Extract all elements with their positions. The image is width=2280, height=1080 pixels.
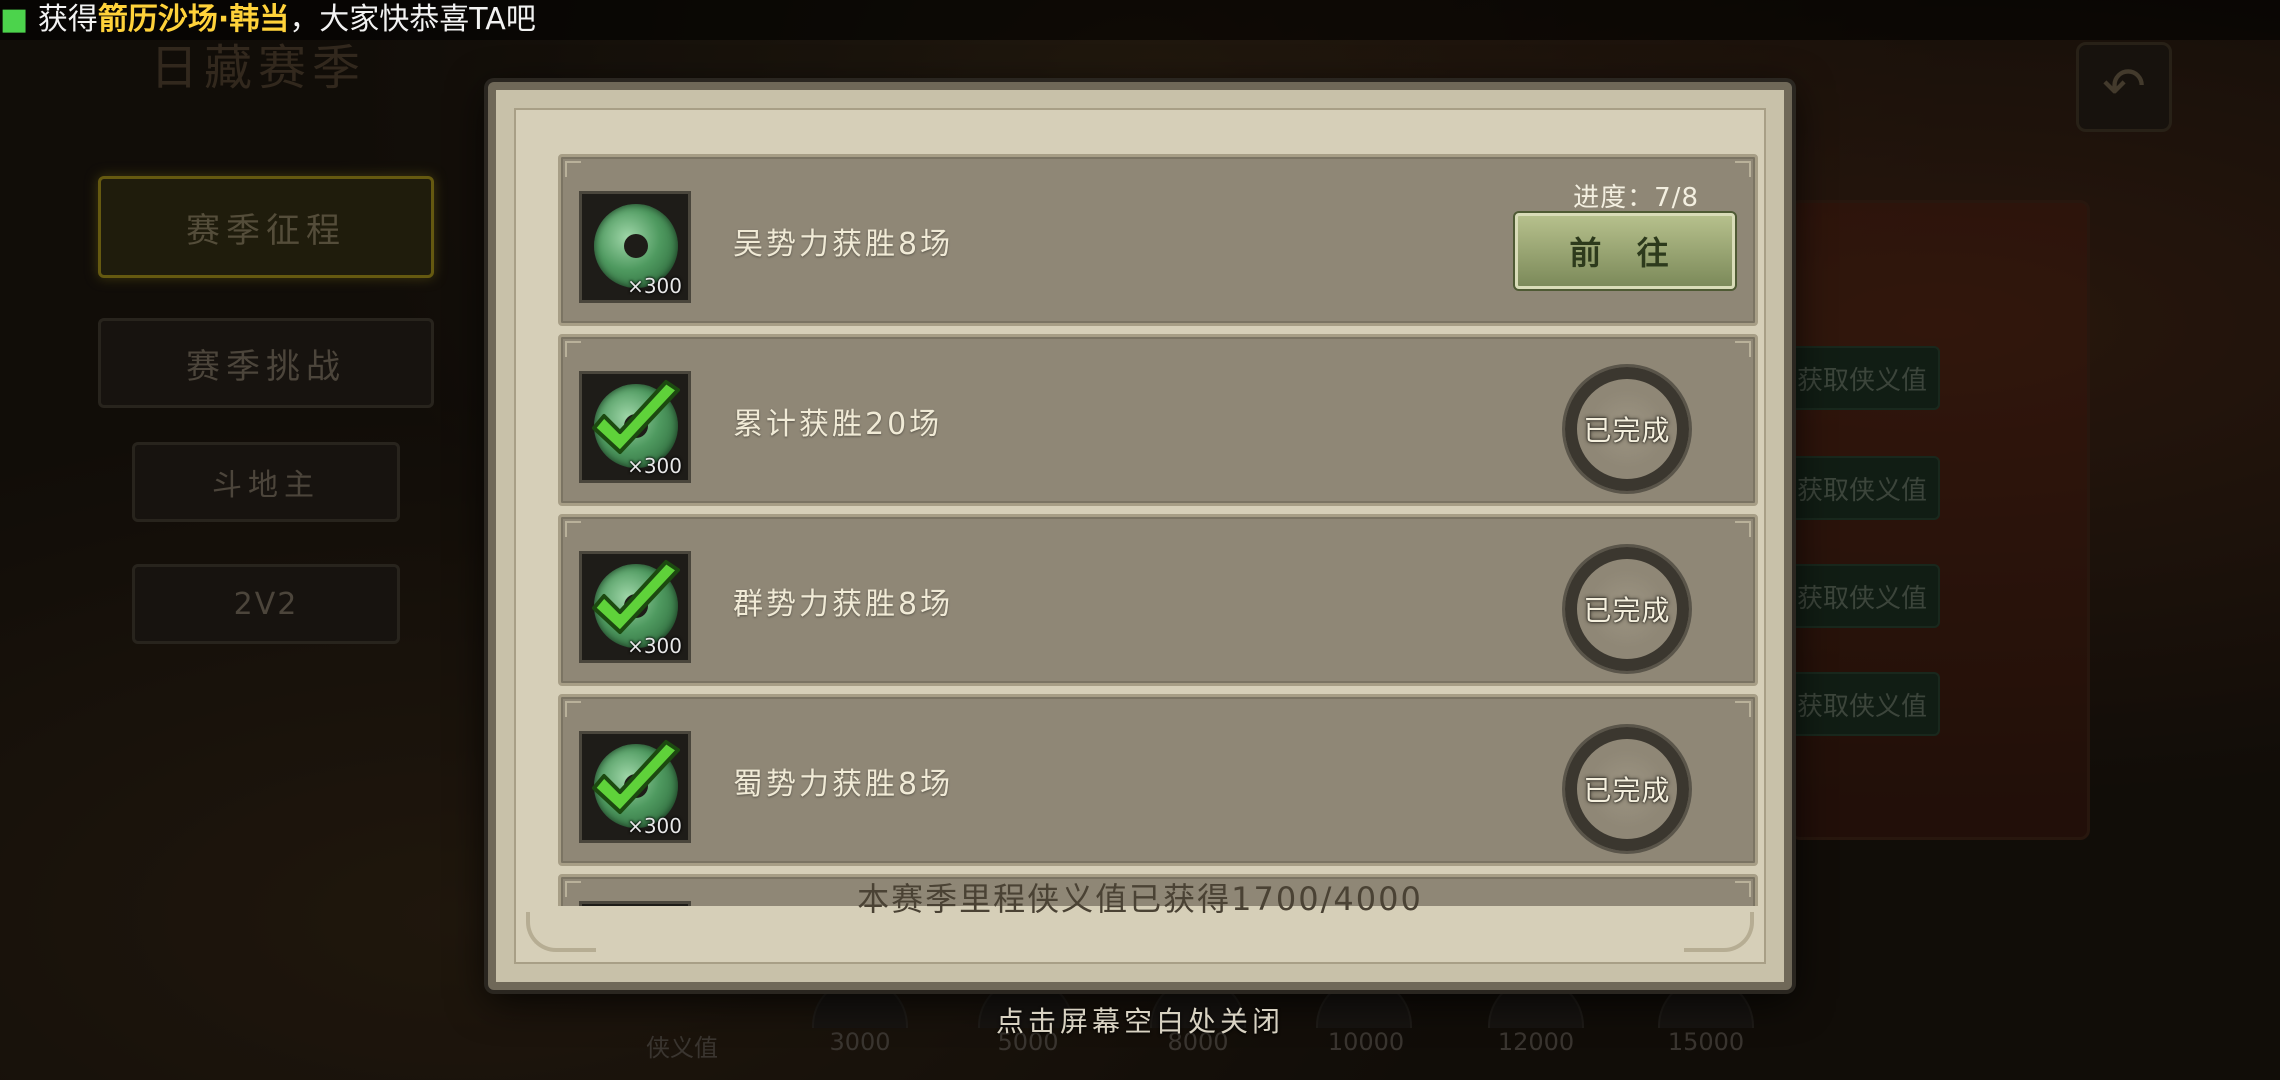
task-progress: 进度：7/8 [1573,183,1699,213]
completed-stamp: 已完成 [1565,727,1689,851]
reward-item[interactable]: ×300 [579,731,691,843]
task-row: ×300 群势力获胜8场 已完成 [558,514,1758,686]
task-list[interactable]: ×300 吴势力获胜8场 进度：7/8 前 往 ×300 累计获胜20场 已完成 [558,154,1758,906]
season-task-modal: ×300 吴势力获胜8场 进度：7/8 前 往 ×300 累计获胜20场 已完成 [488,82,1792,990]
task-row: ×300 累计获胜20场 已完成 [558,334,1758,506]
broadcast-icon: ■ [0,2,29,37]
checkmark-icon [592,740,680,814]
broadcast-separator: · [217,2,230,37]
reward-item[interactable]: ×300 [579,551,691,663]
completed-stamp: 已完成 [1565,547,1689,671]
broadcast-prefix: 获得 [37,2,98,37]
task-name: 群势力获胜8场 [733,587,954,622]
completed-stamp: 已完成 [1565,367,1689,491]
reward-item[interactable]: ×300 [579,371,691,483]
reward-item[interactable]: ×300 [579,191,691,303]
close-hint: 点击屏幕空白处关闭 [995,1005,1284,1038]
go-button[interactable]: 前 往 [1515,213,1735,289]
reward-quantity: ×300 [627,274,682,298]
task-name: 累计获胜20场 [733,407,943,442]
broadcast-skin-title: 箭历沙场 [97,2,218,37]
season-progress-summary: 本赛季里程侠义值已获得1700/4000 [857,880,1423,918]
broadcast-marquee: ■ 获得箭历沙场·韩当，大家快恭喜TA吧 [0,0,2280,40]
checkmark-icon [592,380,680,454]
broadcast-general-name: 韩当 [229,2,290,37]
modal-body: ×300 吴势力获胜8场 进度：7/8 前 往 ×300 累计获胜20场 已完成 [514,108,1766,964]
task-name: 蜀势力获胜8场 [733,767,954,802]
checkmark-icon [592,560,680,634]
task-row: ×300 吴势力获胜8场 进度：7/8 前 往 [558,154,1758,326]
task-name: 吴势力获胜8场 [733,227,954,262]
broadcast-suffix: ，大家快恭喜TA吧 [289,2,536,37]
task-row: ×300 蜀势力获胜8场 已完成 [558,694,1758,866]
